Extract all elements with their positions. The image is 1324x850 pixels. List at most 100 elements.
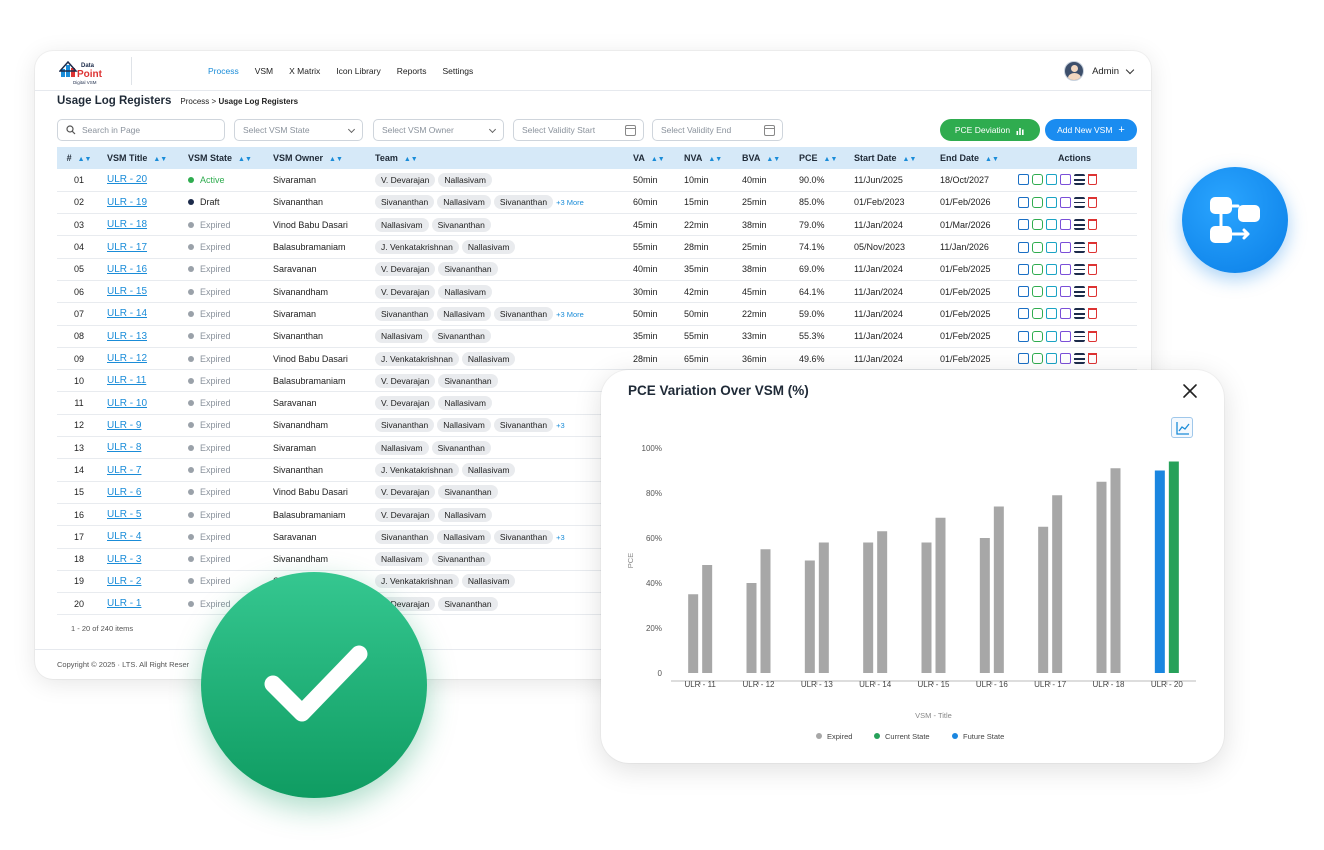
- col-vsm-title[interactable]: VSM Title ▲▼: [101, 147, 182, 169]
- col-team[interactable]: Team ▲▼: [369, 147, 627, 169]
- list-icon[interactable]: [1074, 330, 1085, 342]
- more-team-link[interactable]: +3: [556, 421, 565, 430]
- sort-icon[interactable]: ▲▼: [766, 156, 780, 163]
- table-row[interactable]: 09 ULR - 12 Expired Vinod Babu Dasari J. Ven…: [57, 347, 1137, 370]
- edit-icon[interactable]: [1018, 330, 1029, 342]
- vsm-title-link[interactable]: ULR - 5: [107, 509, 141, 520]
- calendar-icon[interactable]: [764, 125, 775, 136]
- clipboard-icon[interactable]: [1046, 174, 1057, 186]
- sort-icon[interactable]: ▲▼: [404, 156, 418, 163]
- vsm-title-link[interactable]: ULR - 4: [107, 531, 141, 542]
- analytics-icon[interactable]: [1060, 286, 1071, 298]
- delete-icon[interactable]: [1088, 308, 1097, 320]
- list-icon[interactable]: [1074, 353, 1085, 365]
- vsm-title-link[interactable]: ULR - 19: [107, 197, 147, 208]
- vsm-state-select[interactable]: Select VSM State: [234, 119, 363, 141]
- vsm-title-link[interactable]: ULR - 2: [107, 576, 141, 587]
- table-row[interactable]: 08 ULR - 13 Expired Sivananthan Nallasivam Si…: [57, 325, 1137, 348]
- clipboard-icon[interactable]: [1046, 219, 1057, 231]
- delete-icon[interactable]: [1088, 241, 1097, 253]
- col-number[interactable]: # ▲▼: [57, 147, 101, 169]
- col-bva[interactable]: BVA ▲▼: [736, 147, 793, 169]
- vsm-title-link[interactable]: ULR - 8: [107, 442, 141, 453]
- calendar-icon[interactable]: [625, 125, 636, 136]
- vsm-title-link[interactable]: ULR - 7: [107, 465, 141, 476]
- edit-icon[interactable]: [1018, 219, 1029, 231]
- table-row[interactable]: 01 ULR - 20 Active Sivaraman V. Devarajan Nal…: [57, 169, 1137, 192]
- col-vsm-state[interactable]: VSM State ▲▼: [182, 147, 267, 169]
- copy-icon[interactable]: [1032, 241, 1043, 253]
- add-new-vsm-button[interactable]: Add New VSM +: [1045, 119, 1137, 141]
- list-icon[interactable]: [1074, 241, 1085, 253]
- edit-icon[interactable]: [1018, 196, 1029, 208]
- col-start-date[interactable]: Start Date ▲▼: [848, 147, 934, 169]
- table-row[interactable]: 06 ULR - 15 Expired Sivanandham V. Devarajan…: [57, 280, 1137, 303]
- edit-icon[interactable]: [1018, 353, 1029, 365]
- vsm-title-link[interactable]: ULR - 15: [107, 286, 147, 297]
- sort-icon[interactable]: ▲▼: [708, 156, 722, 163]
- vsm-title-link[interactable]: ULR - 3: [107, 554, 141, 565]
- validity-end-input[interactable]: Select Validity End: [652, 119, 783, 141]
- sort-icon[interactable]: ▲▼: [238, 156, 252, 163]
- list-icon[interactable]: [1074, 263, 1085, 275]
- delete-icon[interactable]: [1088, 263, 1097, 275]
- analytics-icon[interactable]: [1060, 353, 1071, 365]
- copy-icon[interactable]: [1032, 308, 1043, 320]
- clipboard-icon[interactable]: [1046, 353, 1057, 365]
- list-icon[interactable]: [1074, 308, 1085, 320]
- col-pce[interactable]: PCE ▲▼: [793, 147, 848, 169]
- copy-icon[interactable]: [1032, 219, 1043, 231]
- nav-process[interactable]: Process: [208, 66, 239, 76]
- delete-icon[interactable]: [1088, 219, 1097, 231]
- analytics-icon[interactable]: [1060, 241, 1071, 253]
- clipboard-icon[interactable]: [1046, 263, 1057, 275]
- sort-icon[interactable]: ▲▼: [651, 156, 665, 163]
- clipboard-icon[interactable]: [1046, 308, 1057, 320]
- breadcrumb-parent[interactable]: Process >: [180, 97, 216, 106]
- col-end-date[interactable]: End Date ▲▼: [934, 147, 1012, 169]
- nav-x-matrix[interactable]: X Matrix: [289, 66, 320, 76]
- vsm-title-link[interactable]: ULR - 16: [107, 264, 147, 275]
- user-menu[interactable]: Admin: [1064, 61, 1135, 81]
- table-row[interactable]: 04 ULR - 17 Expired Balasubramaniam J. Venka…: [57, 236, 1137, 259]
- analytics-icon[interactable]: [1060, 263, 1071, 275]
- validity-start-input[interactable]: Select Validity Start: [513, 119, 644, 141]
- sort-icon[interactable]: ▲▼: [329, 156, 343, 163]
- vsm-title-link[interactable]: ULR - 13: [107, 331, 147, 342]
- nav-reports[interactable]: Reports: [397, 66, 427, 76]
- sort-icon[interactable]: ▲▼: [903, 156, 917, 163]
- avatar[interactable]: [1064, 61, 1085, 81]
- pce-deviation-button[interactable]: PCE Deviation: [940, 119, 1040, 141]
- copy-icon[interactable]: [1032, 196, 1043, 208]
- sort-icon[interactable]: ▲▼: [985, 156, 999, 163]
- clipboard-icon[interactable]: [1046, 286, 1057, 298]
- edit-icon[interactable]: [1018, 241, 1029, 253]
- clipboard-icon[interactable]: [1046, 196, 1057, 208]
- vsm-title-link[interactable]: ULR - 20: [107, 174, 147, 185]
- list-icon[interactable]: [1074, 219, 1085, 231]
- sort-icon[interactable]: ▲▼: [78, 156, 92, 163]
- analytics-icon[interactable]: [1060, 196, 1071, 208]
- col-va[interactable]: VA ▲▼: [627, 147, 678, 169]
- nav-icon-library[interactable]: Icon Library: [336, 66, 380, 76]
- chevron-down-icon[interactable]: [1125, 65, 1135, 74]
- table-row[interactable]: 05 ULR - 16 Expired Saravanan V. Devarajan Si…: [57, 258, 1137, 281]
- copy-icon[interactable]: [1032, 286, 1043, 298]
- nav-vsm[interactable]: VSM: [255, 66, 273, 76]
- delete-icon[interactable]: [1088, 353, 1097, 365]
- more-team-link[interactable]: +3 More: [556, 198, 584, 207]
- table-row[interactable]: 03 ULR - 18 Expired Vinod Babu Dasari Nallas…: [57, 214, 1137, 236]
- more-team-link[interactable]: +3 More: [556, 310, 584, 319]
- copy-icon[interactable]: [1032, 353, 1043, 365]
- vsm-title-link[interactable]: ULR - 10: [107, 398, 147, 409]
- edit-icon[interactable]: [1018, 308, 1029, 320]
- user-name[interactable]: Admin: [1092, 66, 1119, 77]
- list-icon[interactable]: [1074, 196, 1085, 208]
- col-vsm-owner[interactable]: VSM Owner ▲▼: [267, 147, 369, 169]
- vsm-title-link[interactable]: ULR - 18: [107, 219, 147, 230]
- vsm-title-link[interactable]: ULR - 1: [107, 598, 141, 609]
- vsm-owner-select[interactable]: Select VSM Owner: [373, 119, 504, 141]
- sort-icon[interactable]: ▲▼: [824, 156, 838, 163]
- delete-icon[interactable]: [1088, 196, 1097, 208]
- data-point-logo-icon[interactable]: Data Point Digital VSM: [59, 59, 119, 87]
